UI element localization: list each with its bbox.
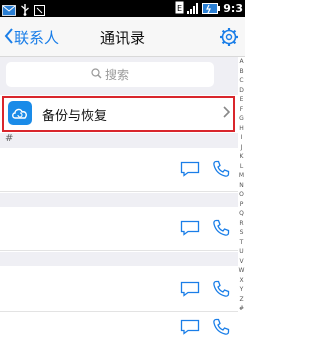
index-letter[interactable]: W <box>239 266 245 276</box>
backup-restore-item[interactable]: 备份与恢复 <box>0 95 238 133</box>
alphabet-index-bar[interactable]: A B C D E F G H I J K L M N O P Q R S T U V W X Y Z # <box>238 57 245 340</box>
index-letter[interactable]: U <box>239 247 243 257</box>
index-letter[interactable]: O <box>239 190 244 200</box>
index-letter[interactable]: Q <box>239 209 244 219</box>
index-letter[interactable]: C <box>239 76 243 86</box>
index-letter[interactable]: L <box>240 162 243 172</box>
message-icon[interactable] <box>180 319 200 335</box>
search-input[interactable]: 搜索 <box>6 62 214 87</box>
index-letter[interactable]: M <box>239 171 244 181</box>
sim-icon: E <box>175 0 184 18</box>
nav-bar: 联系人 通讯录 <box>0 17 245 57</box>
index-letter[interactable]: N <box>239 181 244 191</box>
backup-label: 备份与恢复 <box>42 109 108 124</box>
search-area: 搜索 <box>0 57 238 95</box>
section-letter: # <box>5 133 14 144</box>
separator-band <box>0 252 238 266</box>
search-icon <box>91 67 105 82</box>
index-letter[interactable]: P <box>240 200 244 210</box>
phone-icon[interactable] <box>212 318 230 336</box>
index-letter[interactable]: S <box>240 228 244 238</box>
gear-icon[interactable] <box>219 27 239 47</box>
index-letter[interactable]: D <box>239 86 244 96</box>
battery-icon <box>202 0 221 18</box>
highlight-box <box>2 96 235 132</box>
index-letter[interactable]: J <box>241 143 243 153</box>
index-letter[interactable]: E <box>240 95 244 105</box>
contact-row[interactable] <box>0 148 238 192</box>
separator-band <box>0 193 238 207</box>
index-letter[interactable]: Y <box>240 285 244 295</box>
index-letter[interactable]: I <box>241 133 243 143</box>
clock: 9:3 <box>223 2 243 15</box>
index-letter[interactable]: G <box>239 114 244 124</box>
index-letter[interactable]: T <box>240 238 244 248</box>
svg-text:E: E <box>177 4 182 13</box>
index-letter[interactable]: H <box>239 124 244 134</box>
index-letter[interactable]: F <box>240 105 243 115</box>
index-letter[interactable]: V <box>239 257 243 267</box>
section-header: # <box>0 133 238 148</box>
contact-row[interactable] <box>0 268 238 312</box>
chevron-right-icon <box>223 106 231 122</box>
index-letter[interactable]: K <box>240 152 244 162</box>
phone-icon[interactable] <box>212 219 230 237</box>
message-icon[interactable] <box>180 281 200 297</box>
phone-icon[interactable] <box>212 160 230 178</box>
message-icon[interactable] <box>180 220 200 236</box>
contact-row[interactable] <box>0 207 238 251</box>
phone-icon[interactable] <box>212 280 230 298</box>
index-letter[interactable]: # <box>239 304 244 314</box>
page-title: 通讯录 <box>99 29 145 47</box>
contact-row[interactable] <box>0 313 238 340</box>
search-placeholder: 搜索 <box>104 68 129 82</box>
signal-icon <box>187 0 199 18</box>
index-letter[interactable]: X <box>239 276 243 286</box>
cloud-icon <box>8 101 32 125</box>
index-letter[interactable]: B <box>239 67 243 77</box>
status-bar: E 9:3 <box>0 0 245 17</box>
index-letter[interactable]: R <box>239 219 243 229</box>
message-icon[interactable] <box>180 161 200 177</box>
index-letter[interactable]: A <box>239 57 243 67</box>
index-letter[interactable]: Z <box>239 295 243 305</box>
